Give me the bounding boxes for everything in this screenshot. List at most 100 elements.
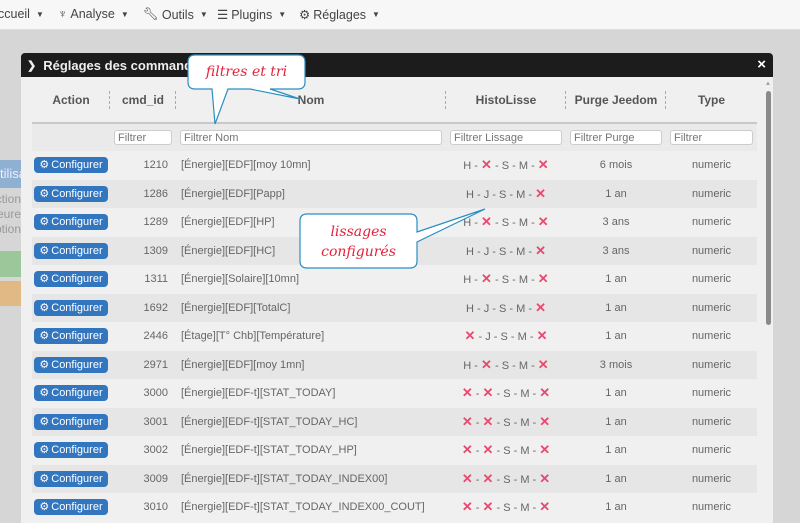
gear-icon: ⚙ xyxy=(39,159,50,172)
header-purge[interactable]: Purge Jeedom xyxy=(566,77,666,124)
cross-icon: ✕ xyxy=(537,214,549,230)
configure-button[interactable]: ⚙ Configurer xyxy=(34,356,108,373)
configure-button[interactable]: ⚙ Configurer xyxy=(34,499,108,516)
histo-token: S xyxy=(499,188,507,201)
filter-histo-input[interactable] xyxy=(450,130,562,145)
histo-token: J xyxy=(483,245,490,258)
background-page: tilisa ction heure ption xyxy=(0,160,21,306)
type-cell: numeric xyxy=(666,350,757,379)
configure-button[interactable]: ⚙ Configurer xyxy=(34,442,108,459)
header-cmd-id[interactable]: cmd_id xyxy=(110,77,176,124)
purge-cell: 1 an xyxy=(566,322,666,351)
nav-reglages[interactable]: ⚙ Réglages ▼ xyxy=(299,7,380,23)
configure-button[interactable]: ⚙ Configurer xyxy=(34,470,108,487)
header-action[interactable]: Action xyxy=(32,77,110,124)
table-row: ⚙ Configurer 3000 [Énergie][EDF-t][STAT_TOD… xyxy=(32,379,757,408)
histolisse-cell: H - ✕ - S - M - ✕ xyxy=(446,151,566,180)
histo-token: S xyxy=(501,217,510,230)
header-label: HistoLisse xyxy=(475,92,537,107)
configure-button[interactable]: ⚙ Configurer xyxy=(34,214,108,231)
cmd-id-cell: 1311 xyxy=(110,265,176,294)
action-cell: ⚙ Configurer xyxy=(32,407,110,436)
type-cell: numeric xyxy=(666,322,757,351)
header-label: Purge Jeedom xyxy=(574,92,658,107)
button-label: Configurer xyxy=(51,273,103,286)
type-cell: numeric xyxy=(666,208,757,237)
histolisse-cell: H - J - S - M - ✕ xyxy=(446,179,566,208)
annotation-line: lissages xyxy=(330,224,387,240)
nom-cell: [Étage][T° Chb][Température] xyxy=(176,322,446,351)
histolisse-cell: ✕ - ✕ - S - M - ✕ xyxy=(446,436,566,465)
cross-icon: ✕ xyxy=(539,470,551,486)
cross-icon: ✕ xyxy=(482,413,494,429)
cross-icon: ✕ xyxy=(482,470,494,486)
header-nom[interactable]: Nom xyxy=(176,77,446,124)
filter-cmd-id-input[interactable] xyxy=(114,130,172,145)
caret-down-icon: ▼ xyxy=(278,10,287,19)
purge-cell: 1 an xyxy=(566,265,666,294)
histolisse-cell: ✕ - ✕ - S - M - ✕ xyxy=(446,493,566,522)
histolisse-cell: ✕ - ✕ - S - M - ✕ xyxy=(446,379,566,408)
button-label: Configurer xyxy=(51,415,103,428)
scrollbar[interactable]: ▲ xyxy=(765,81,772,523)
action-cell: ⚙ Configurer xyxy=(32,493,110,522)
button-label: Configurer xyxy=(51,358,103,371)
configure-button[interactable]: ⚙ Configurer xyxy=(34,299,108,316)
histo-token: J xyxy=(483,302,490,315)
background-line: heure xyxy=(0,207,21,221)
type-cell: numeric xyxy=(666,493,757,522)
button-label: Configurer xyxy=(51,472,103,485)
header-histolisse[interactable]: HistoLisse xyxy=(446,77,566,124)
button-label: Configurer xyxy=(51,159,103,172)
cross-icon: ✕ xyxy=(481,214,492,230)
filter-nom-input[interactable] xyxy=(180,130,442,145)
histo-token: M xyxy=(518,359,529,372)
type-cell: numeric xyxy=(666,236,757,265)
purge-cell: 1 an xyxy=(566,379,666,408)
type-cell: numeric xyxy=(666,436,757,465)
histo-token: H xyxy=(463,359,472,372)
nav-accueil[interactable]: ccueil ▼ xyxy=(0,7,44,21)
commands-table: Action cmd_id Nom HistoLisse Purge Jeedo… xyxy=(32,77,757,522)
background-line: ption xyxy=(0,222,21,236)
filter-purge-input[interactable] xyxy=(570,130,662,145)
cross-icon: ✕ xyxy=(537,271,549,287)
configure-button[interactable]: ⚙ Configurer xyxy=(34,242,108,259)
nav-outils[interactable]: 🔧︎ Outils ▼ xyxy=(143,7,208,22)
header-type[interactable]: Type xyxy=(666,77,757,124)
chevron-right-icon[interactable]: ❯ xyxy=(27,59,36,72)
cmd-id-cell: 1289 xyxy=(110,208,176,237)
nom-cell: [Énergie][EDF-t][STAT_TODAY_INDEX00] xyxy=(176,464,446,493)
filter-type-input[interactable] xyxy=(670,130,753,145)
configure-button[interactable]: ⚙ Configurer xyxy=(34,157,108,174)
cross-icon: ✕ xyxy=(461,499,473,515)
configure-button[interactable]: ⚙ Configurer xyxy=(34,271,108,288)
annotation-filters-text: filtres et tri xyxy=(205,64,288,80)
gear-icon: ⚙ xyxy=(39,415,50,428)
nom-cell: [Énergie][EDF-t][STAT_TODAY_HP] xyxy=(176,436,446,465)
table-row: ⚙ Configurer 3009 [Énergie][EDF-t][STAT_TOD… xyxy=(32,464,757,493)
cmd-id-cell: 2971 xyxy=(110,350,176,379)
scroll-up-icon[interactable]: ▲ xyxy=(765,81,771,87)
command-settings-modal: ❯ Réglages des commandes × Action cmd_id… xyxy=(21,53,773,523)
histo-token: S xyxy=(500,331,508,344)
purge-cell: 3 ans xyxy=(566,208,666,237)
configure-button[interactable]: ⚙ Configurer xyxy=(34,385,108,402)
scrollbar-thumb[interactable] xyxy=(766,91,771,325)
gear-icon: ⚙ xyxy=(39,216,50,229)
histo-token: H xyxy=(463,217,472,230)
nav-plugins[interactable]: ☰ Plugins ▼ xyxy=(217,7,287,23)
nav-analyse[interactable]: ♆ Analyse ▼ xyxy=(58,7,129,21)
configure-button[interactable]: ⚙ Configurer xyxy=(34,413,108,430)
table-row: ⚙ Configurer 3002 [Énergie][EDF-t][STAT_TOD… xyxy=(32,436,757,465)
cmd-id-cell: 1692 xyxy=(110,293,176,322)
close-icon[interactable]: × xyxy=(757,56,766,73)
nom-cell: [Énergie][EDF][Papp] xyxy=(176,179,446,208)
histo-token: M xyxy=(518,274,529,287)
action-cell: ⚙ Configurer xyxy=(32,179,110,208)
background-green-block xyxy=(0,251,21,277)
gear-icon: ⚙ xyxy=(39,244,50,257)
cmd-id-cell: 1309 xyxy=(110,236,176,265)
configure-button[interactable]: ⚙ Configurer xyxy=(34,328,108,345)
configure-button[interactable]: ⚙ Configurer xyxy=(34,185,108,202)
